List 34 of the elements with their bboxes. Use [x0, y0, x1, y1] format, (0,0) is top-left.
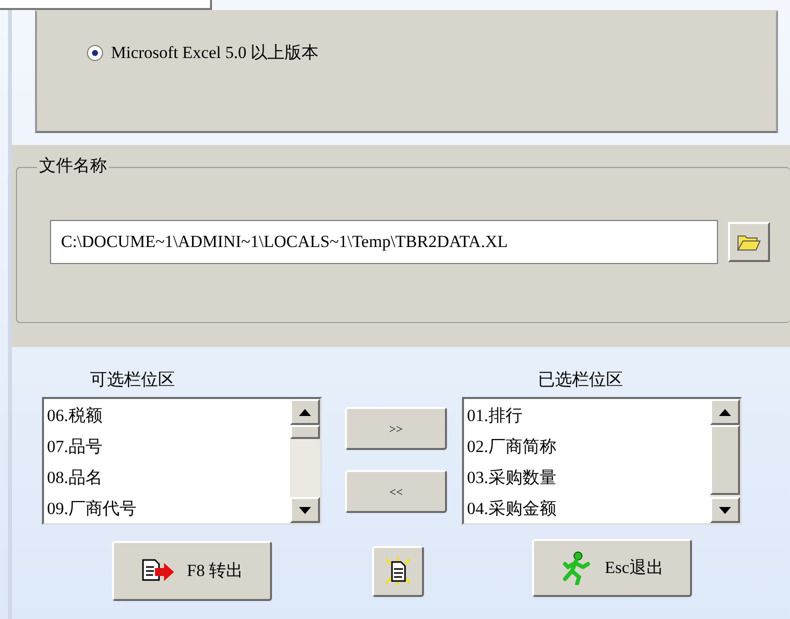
- list-item[interactable]: 03.采购数量: [467, 462, 710, 493]
- scroll-thumb[interactable]: [710, 425, 740, 495]
- new-document-button[interactable]: [372, 546, 424, 596]
- exit-button[interactable]: Esc退出: [532, 539, 692, 597]
- move-button[interactable]: >>: [345, 407, 447, 450]
- browse-button[interactable]: [728, 222, 770, 262]
- list-item[interactable]: 06.税额: [47, 400, 290, 431]
- list-item[interactable]: 01.排行: [467, 400, 710, 431]
- list-item[interactable]: 02.厂商简称: [467, 431, 710, 462]
- scroll-thumb[interactable]: [290, 425, 320, 439]
- up-arrow-icon: [719, 408, 731, 416]
- up-arrow-icon: [299, 408, 311, 416]
- export-button[interactable]: F8 转出: [112, 541, 272, 601]
- scrollbar[interactable]: [710, 399, 740, 523]
- list-item[interactable]: 07.品号: [47, 431, 290, 462]
- list-title: 可选栏位区: [90, 369, 176, 391]
- down-arrow-icon: [299, 506, 311, 514]
- list-box[interactable]: 01.排行 02.厂商简称 03.采购数量 04.采购金额: [462, 397, 742, 525]
- list-item[interactable]: 04.采购金额: [467, 493, 710, 524]
- radio-button[interactable]: [87, 44, 103, 61]
- scrollbar[interactable]: [290, 399, 320, 523]
- radio-option[interactable]: Microsoft Excel 5.0 以上版本: [87, 40, 776, 66]
- running-man-icon: [560, 551, 591, 585]
- list-item[interactable]: 09.厂商代号: [47, 493, 290, 524]
- document-icon: [383, 556, 413, 586]
- folder-icon: [737, 233, 761, 251]
- list-item[interactable]: 08.品名: [47, 462, 290, 493]
- document-arrow-icon: [140, 558, 175, 584]
- down-arrow-icon: [719, 506, 731, 514]
- list-title: 已选栏位区: [538, 369, 624, 391]
- option-label: Microsoft Excel 5.0 以上版本: [111, 42, 319, 64]
- file-path-field[interactable]: C:\DOCUME~1\ADMINI~1\LOCALS~1\Temp\TBR2DATA.XL: [50, 220, 718, 264]
- list-box[interactable]: 06.税额 07.品号 08.品名 09.厂商代号: [42, 397, 322, 525]
- move-button[interactable]: <<: [345, 470, 447, 513]
